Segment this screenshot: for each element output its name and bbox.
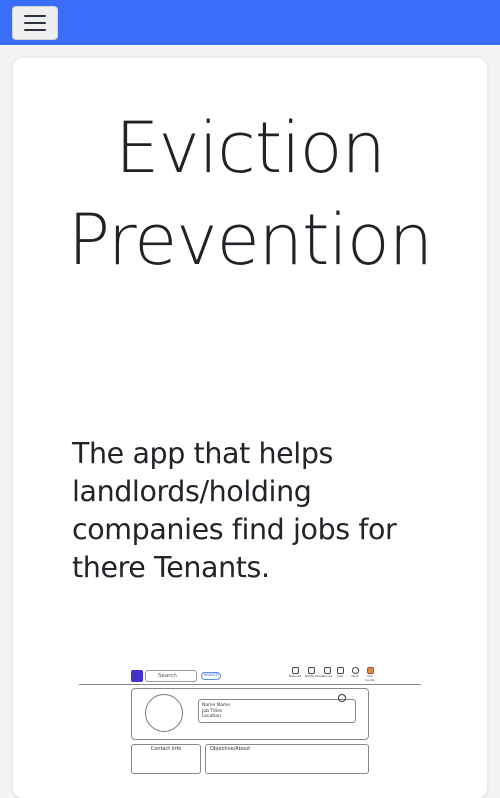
- wireframe-profile-info: Name Name Job Titles Location: [198, 699, 356, 723]
- wireframe-contact-info: Contact Info: [131, 744, 201, 774]
- wireframe-notifications-icon: Notifications: [305, 667, 324, 678]
- hero-title: Eviction Prevention: [67, 107, 433, 281]
- wireframe-avatar: [145, 694, 183, 732]
- app-wireframe-image: Search Search Network Notifications Grou…: [79, 664, 421, 774]
- hamburger-menu-icon-line: [24, 29, 46, 31]
- wireframe-company-logo-icon: [335, 694, 349, 706]
- wireframe-search-field: Search: [145, 670, 197, 682]
- wireframe-jobs-icon: Jobs: [334, 667, 346, 678]
- wireframe-nav-icons: Network Notifications Groups Jobs Work O…: [287, 667, 377, 685]
- hamburger-menu-icon-line: [24, 22, 46, 24]
- wireframe-guide-icon: Our Guide: [364, 667, 376, 682]
- navbar-toggle-button[interactable]: [12, 6, 58, 40]
- top-navbar: [0, 0, 500, 45]
- wireframe-groups-icon: Groups: [321, 667, 333, 678]
- hero-card: Eviction Prevention The app that helps l…: [13, 58, 487, 798]
- wireframe-logo: [131, 670, 143, 682]
- hero-tagline: The app that helps landlords/holding com…: [72, 437, 397, 584]
- wireframe-objective-about: Objective/About: [205, 744, 369, 774]
- wireframe-header-divider: [79, 684, 421, 685]
- wireframe-work-icon: Work: [349, 667, 361, 678]
- wireframe-search-button: Search: [201, 672, 221, 680]
- hamburger-menu-icon-line: [24, 15, 46, 17]
- wireframe-network-icon: Network: [289, 667, 302, 678]
- wireframe-profile-box: Name Name Job Titles Location: [131, 688, 369, 740]
